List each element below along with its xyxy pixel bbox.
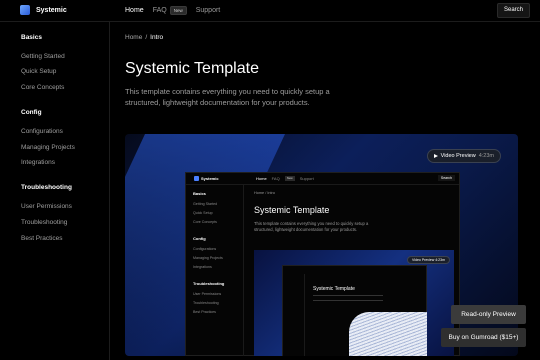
sidebar-item-integrations[interactable]: Integrations: [21, 159, 55, 166]
preview-nested-panel: Video Preview 4:23m Systemic Template: [254, 250, 454, 356]
preview-logo-icon: [194, 176, 199, 181]
nav-support[interactable]: Support: [196, 7, 221, 14]
preview-item: Getting Started: [193, 202, 218, 206]
preview-nav-faq: FAQ: [271, 176, 280, 181]
preview-nested-title: Systemic Template: [313, 286, 355, 292]
sidebar-section-troubleshooting: Troubleshooting: [21, 184, 72, 191]
preview-screenshot: Systemic Home FAQ New Support Search Bas…: [185, 172, 460, 356]
preview-section-troubleshooting: Troubleshooting: [193, 281, 225, 286]
preview-breadcrumb: Home / Intro: [254, 191, 275, 195]
preview-nav-support: Support: [299, 176, 314, 181]
sidebar-item-quick-setup[interactable]: Quick Setup: [21, 68, 56, 75]
sidebar: Basics Getting Started Quick Setup Core …: [0, 22, 110, 360]
play-icon: [433, 154, 438, 158]
page-title: Systemic Template: [125, 60, 259, 77]
preview-nested-video-duration: 4:23m: [435, 258, 445, 262]
preview-description: This template contains everything you ne…: [254, 221, 369, 232]
video-preview-label: Video Preview: [440, 153, 476, 159]
preview-breadcrumb-home: Home: [254, 191, 265, 195]
preview-item: Managing Projects: [193, 256, 223, 260]
nav-faq-wrap: FAQ New: [153, 6, 187, 15]
preview-item: Core Concepts: [193, 220, 217, 224]
preview-item: Integrations: [193, 265, 212, 269]
preview-section-basics: Basics: [193, 191, 206, 196]
preview-item: Configurations: [193, 247, 217, 251]
read-only-preview-button[interactable]: Read-only Preview: [451, 305, 526, 324]
sidebar-item-core-concepts[interactable]: Core Concepts: [21, 84, 64, 91]
preview-new-badge: New: [284, 176, 295, 181]
preview-section-config: Config: [193, 236, 206, 241]
preview-nav: Home FAQ New Support: [256, 176, 314, 181]
sidebar-item-managing-projects[interactable]: Managing Projects: [21, 144, 75, 151]
preview-nested-video-label: Video Preview: [411, 258, 435, 262]
preview-top-bar: Systemic Home FAQ New Support Search: [186, 173, 459, 185]
preview-nav-home: Home: [256, 176, 267, 181]
nav-home[interactable]: Home: [125, 7, 144, 14]
preview-nested-sidebar: [283, 274, 305, 356]
preview-search-button: Search: [437, 175, 455, 181]
video-preview-button[interactable]: Video Preview 4:23m: [426, 149, 501, 163]
nav-faq[interactable]: FAQ: [153, 7, 167, 14]
preview-sidebar: Basics Getting Started Quick Setup Core …: [186, 185, 244, 356]
preview-nested-description: [313, 295, 383, 301]
preview-brand-name: Systemic: [201, 176, 219, 181]
search-button[interactable]: Search: [496, 3, 530, 18]
preview-item: Best Practices: [193, 310, 216, 314]
sidebar-item-best-practices[interactable]: Best Practices: [21, 235, 63, 242]
video-duration: 4:23m: [478, 153, 494, 159]
sidebar-item-user-permissions[interactable]: User Permissions: [21, 203, 72, 210]
preview-item: User Permissions: [193, 292, 222, 296]
brand[interactable]: Systemic: [20, 5, 67, 15]
new-badge: New: [169, 6, 187, 15]
preview-title: Systemic Template: [254, 205, 330, 215]
page-description: This template contains everything you ne…: [125, 87, 330, 107]
preview-item: Quick Setup: [193, 211, 213, 215]
logo-icon: [20, 5, 30, 15]
sidebar-item-configurations[interactable]: Configurations: [21, 128, 63, 135]
preview-nested-screenshot: Systemic Template: [282, 265, 427, 356]
preview-nested-video-button: Video Preview 4:23m: [406, 256, 450, 264]
top-bar: Systemic Home FAQ New Support Search: [0, 0, 540, 22]
sidebar-item-getting-started[interactable]: Getting Started: [21, 53, 65, 60]
preview-breadcrumb-current: Intro: [267, 191, 275, 195]
brand-name: Systemic: [36, 6, 67, 14]
sidebar-section-basics: Basics: [21, 34, 42, 41]
preview-nested-image: [349, 312, 427, 356]
sidebar-item-troubleshooting[interactable]: Troubleshooting: [21, 219, 67, 226]
buy-on-gumroad-button[interactable]: Buy on Gumroad ($15+): [441, 328, 526, 347]
sidebar-section-config: Config: [21, 109, 42, 116]
breadcrumb-home[interactable]: Home: [125, 34, 142, 41]
main-nav: Home FAQ New Support: [125, 6, 220, 15]
preview-item: Troubleshooting: [193, 301, 219, 305]
breadcrumb-current: Intro: [150, 34, 164, 41]
breadcrumb-separator: /: [145, 34, 148, 41]
breadcrumb: Home / Intro: [125, 34, 163, 41]
